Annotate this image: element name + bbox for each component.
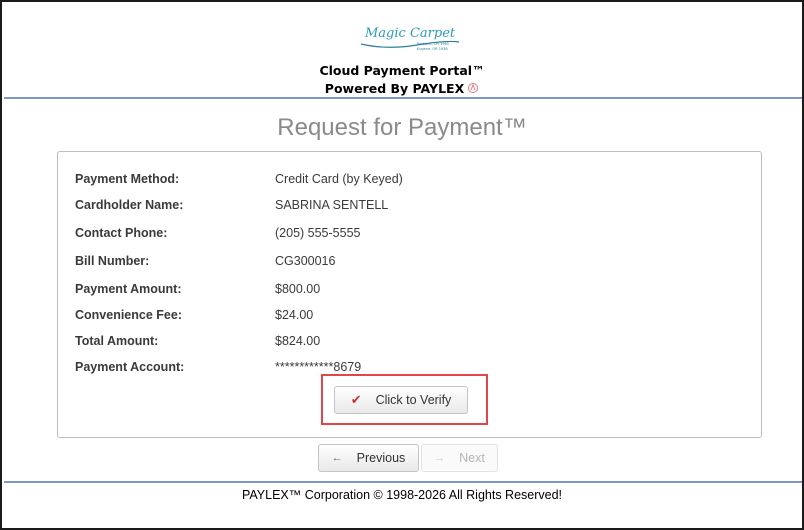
check-icon: ✔ <box>350 392 362 407</box>
footer-divider <box>4 481 802 483</box>
header: Magic Carpet Portland, OR 1965 Eugene, O… <box>2 2 802 98</box>
detail-label: Contact Phone: <box>75 226 168 240</box>
detail-label: Cardholder Name: <box>75 198 184 212</box>
portal-title: Cloud Payment Portal™ <box>319 63 485 78</box>
detail-label: Total Amount: <box>75 334 159 348</box>
detail-value: (205) 555-5555 <box>275 226 361 240</box>
logo-text: Magic Carpet <box>364 26 456 41</box>
detail-value: CG300016 <box>275 254 336 268</box>
detail-label: Payment Amount: <box>75 282 182 296</box>
powered-by: Powered By PAYLEX <box>2 81 802 96</box>
detail-value: ************8679 <box>275 360 362 374</box>
logo-subtext-1: Portland, OR 1965 <box>417 42 449 46</box>
detail-row-payment-method: Payment Method: Credit Card (by Keyed) <box>75 172 735 190</box>
detail-row-convenience-fee: Convenience Fee: $24.00 <box>75 308 735 326</box>
powered-by-text: Powered By PAYLEX <box>324 81 465 96</box>
detail-label: Payment Account: <box>75 360 185 374</box>
logo-subtext-2: Eugene, OR 1938 <box>417 47 448 51</box>
detail-row-payment-amount: Payment Amount: $800.00 <box>75 282 735 300</box>
page-frame: Magic Carpet Portland, OR 1965 Eugene, O… <box>0 0 804 530</box>
detail-label: Bill Number: <box>75 254 150 268</box>
detail-value: $800.00 <box>275 282 321 296</box>
footer-copyright: PAYLEX™ Corporation © 1998-2026 All Righ… <box>241 488 563 502</box>
arrow-right-icon: → <box>434 452 446 464</box>
detail-value: Credit Card (by Keyed) <box>275 172 403 186</box>
next-button[interactable]: → Next <box>421 444 498 472</box>
page-title: Request for Payment™ <box>277 114 527 141</box>
previous-button-label: Previous <box>356 451 406 465</box>
paylex-mark-icon <box>467 82 479 94</box>
arrow-left-icon: ← <box>331 452 343 464</box>
detail-value: $24.00 <box>275 308 314 322</box>
detail-label: Payment Method: <box>75 172 180 186</box>
detail-row-bill-number: Bill Number: CG300016 <box>75 254 735 272</box>
click-to-verify-button[interactable]: ✔ Click to Verify <box>334 386 468 414</box>
next-button-label: Next <box>459 451 485 465</box>
company-logo: Magic Carpet Portland, OR 1965 Eugene, O… <box>357 20 461 54</box>
detail-row-contact-phone: Contact Phone: (205) 555-5555 <box>75 226 735 244</box>
detail-value: SABRINA SENTELL <box>275 198 389 212</box>
header-divider <box>4 97 802 99</box>
detail-row-cardholder-name: Cardholder Name: SABRINA SENTELL <box>75 198 735 216</box>
previous-button[interactable]: ← Previous <box>318 444 419 472</box>
detail-label: Convenience Fee: <box>75 308 182 322</box>
detail-row-total-amount: Total Amount: $824.00 <box>75 334 735 352</box>
detail-value: $824.00 <box>275 334 321 348</box>
verify-button-label: Click to Verify <box>375 393 452 407</box>
